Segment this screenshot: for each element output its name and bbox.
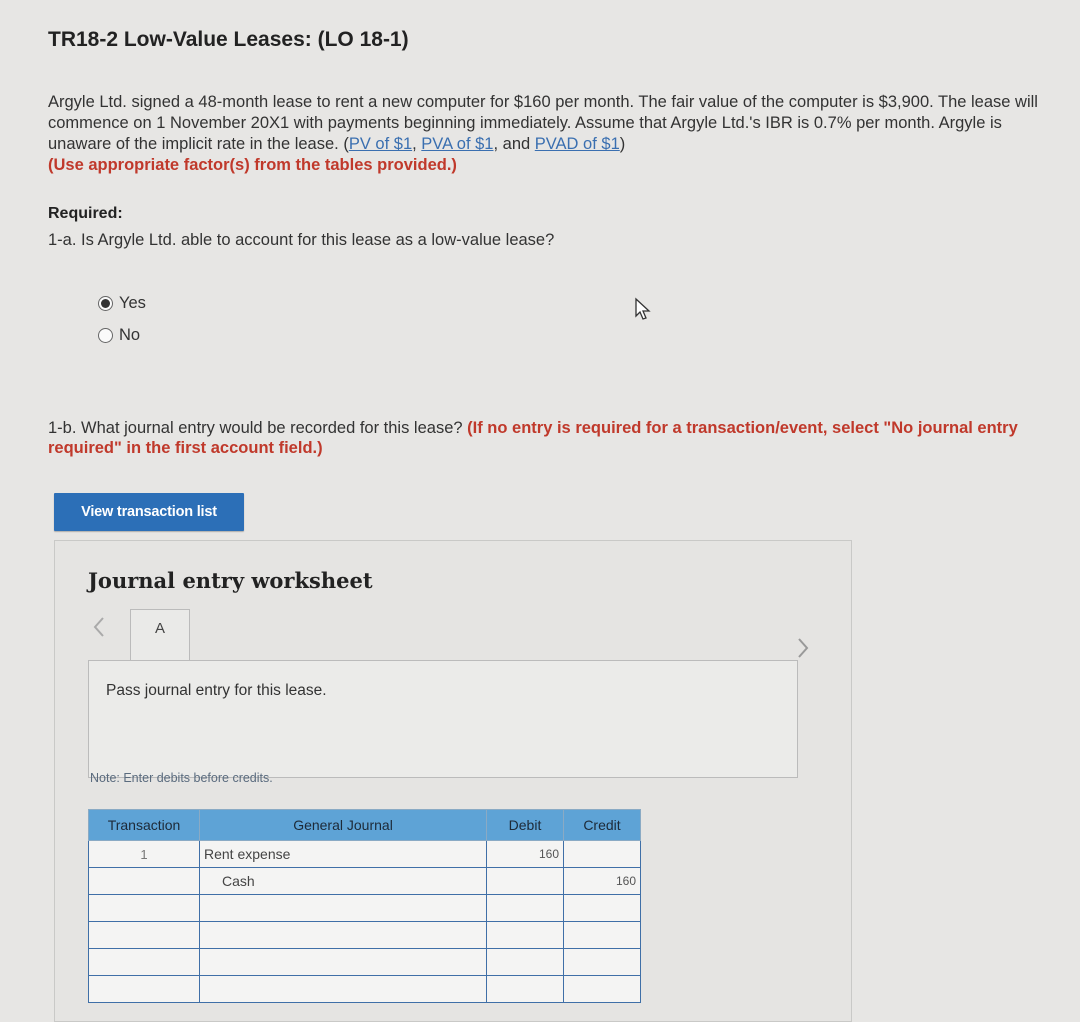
separator: , <box>412 135 422 153</box>
column-header-credit: Credit <box>563 809 641 841</box>
option-no[interactable]: No <box>98 326 140 345</box>
transaction-cell <box>88 921 200 949</box>
pva-of-1-link[interactable]: PVA of $1 <box>421 135 493 153</box>
debit-input[interactable] <box>486 975 564 1003</box>
journal-table: Transaction General Journal Debit Credit… <box>88 809 641 1003</box>
transaction-cell <box>88 948 200 976</box>
transaction-cell <box>88 867 200 895</box>
table-row <box>88 948 641 976</box>
credit-input[interactable] <box>563 894 641 922</box>
credit-input[interactable] <box>563 921 641 949</box>
instruction-box <box>88 660 798 778</box>
table-row <box>88 894 641 922</box>
account-select[interactable] <box>199 948 487 976</box>
chevron-left-icon[interactable] <box>92 615 106 639</box>
credit-input[interactable]: 160 <box>563 867 641 895</box>
account-select[interactable] <box>199 975 487 1003</box>
transaction-cell <box>88 975 200 1003</box>
column-header-debit: Debit <box>486 809 564 841</box>
assignment-page: TR18-2 Low-Value Leases: (LO 18-1) Argyl… <box>0 0 1080 1022</box>
account-select[interactable]: Rent expense <box>199 840 487 868</box>
table-row <box>88 975 641 1003</box>
entry-note: Note: Enter debits before credits. <box>90 771 273 785</box>
table-row: 1 Rent expense 160 <box>88 840 641 868</box>
column-header-transaction: Transaction <box>88 809 200 841</box>
question-1b-text: 1-b. What journal entry would be recorde… <box>48 419 468 437</box>
debit-input[interactable] <box>486 948 564 976</box>
factor-instruction: (Use appropriate factor(s) from the tabl… <box>48 156 457 174</box>
chevron-right-icon[interactable] <box>796 636 810 660</box>
debit-input[interactable] <box>486 867 564 895</box>
account-select[interactable] <box>199 921 487 949</box>
problem-statement: Argyle Ltd. signed a 48-month lease to r… <box>48 92 1043 176</box>
option-no-label: No <box>119 326 141 344</box>
tab-a-label: A <box>155 620 166 637</box>
debit-input[interactable] <box>486 921 564 949</box>
debit-input[interactable]: 160 <box>486 840 564 868</box>
table-row: Cash 160 <box>88 867 641 895</box>
worksheet-title: Journal entry worksheet <box>88 568 373 593</box>
worksheet-instruction: Pass journal entry for this lease. <box>106 682 327 699</box>
column-header-general-journal: General Journal <box>199 809 487 841</box>
mouse-cursor-icon <box>635 297 651 320</box>
credit-input[interactable] <box>563 948 641 976</box>
question-1b: 1-b. What journal entry would be recorde… <box>48 418 1038 458</box>
debit-input[interactable] <box>486 894 564 922</box>
option-yes[interactable]: Yes <box>98 294 146 313</box>
separator: , and <box>493 135 535 153</box>
option-yes-label: Yes <box>119 294 146 312</box>
page-title: TR18-2 Low-Value Leases: (LO 18-1) <box>48 28 409 51</box>
transaction-cell: 1 <box>88 840 200 868</box>
pv-of-1-link[interactable]: PV of $1 <box>349 135 412 153</box>
question-1a: 1-a. Is Argyle Ltd. able to account for … <box>48 231 555 249</box>
separator: ) <box>619 135 626 153</box>
credit-input[interactable] <box>563 975 641 1003</box>
view-transaction-list-button[interactable]: View transaction list <box>54 493 244 531</box>
table-row <box>88 921 641 949</box>
account-select[interactable]: Cash <box>199 867 487 895</box>
pvad-of-1-link[interactable]: PVAD of $1 <box>535 135 620 153</box>
radio-empty-icon[interactable] <box>98 328 113 343</box>
credit-input[interactable] <box>563 840 641 868</box>
required-heading: Required: <box>48 205 123 222</box>
transaction-cell <box>88 894 200 922</box>
radio-selected-icon[interactable] <box>98 296 113 311</box>
account-select[interactable] <box>199 894 487 922</box>
tab-a[interactable]: A <box>130 609 190 662</box>
